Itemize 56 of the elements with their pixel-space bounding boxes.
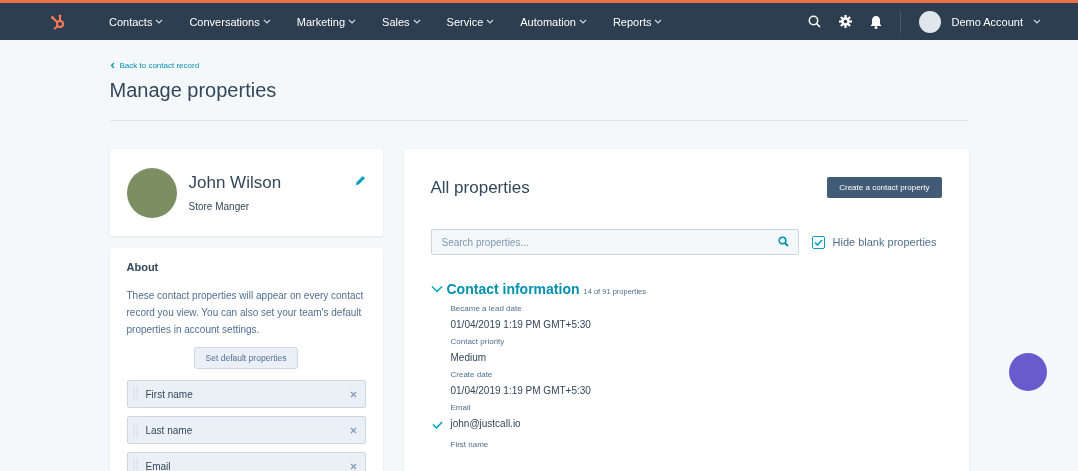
search-icon[interactable] — [808, 15, 822, 28]
about-title: About — [126, 261, 160, 273]
property-label: First name — [450, 440, 489, 449]
sprocket-logo-icon[interactable] — [50, 13, 66, 30]
property-chip[interactable]: Email — [126, 452, 366, 471]
chip-label: Email — [145, 460, 171, 471]
property-chip[interactable]: First name — [126, 380, 366, 408]
chat-launcher-icon[interactable] — [1008, 353, 1047, 391]
create-property-button[interactable]: Create a contact property — [827, 177, 942, 198]
avatar-icon — [919, 10, 942, 33]
chevron-down-icon — [412, 19, 421, 24]
settings-icon[interactable] — [839, 15, 853, 28]
section-title[interactable]: Contact information — [446, 281, 580, 297]
property-label: Create date — [450, 370, 494, 379]
section-toggle[interactable] — [430, 285, 443, 293]
about-description: These contact properties will appear on every contact record you view. You can also set your team's default properties in account settings. — [126, 289, 365, 337]
page-title: Manage properties — [109, 79, 278, 102]
chevron-down-icon — [1033, 19, 1041, 24]
chevron-down-icon — [348, 19, 357, 24]
chevron-left-icon — [109, 62, 115, 69]
nav-menu-item[interactable]: Sales — [369, 15, 434, 28]
chevron-down-icon — [654, 19, 663, 24]
nav-menu-item[interactable]: Conversations — [176, 15, 284, 28]
nav-menu-item[interactable]: Reports — [599, 15, 676, 28]
chevron-down-icon — [578, 19, 587, 24]
notification-bell-icon[interactable] — [870, 14, 883, 29]
property-value: john@justcall.io — [450, 418, 521, 429]
checkbox-label: Hide blank properties — [832, 236, 937, 248]
set-default-properties-button[interactable]: Set default properties — [193, 347, 299, 369]
panel-title: All properties — [430, 177, 530, 198]
job-title: Store Manger — [188, 201, 251, 212]
search-field[interactable]: Search properties... — [430, 229, 799, 255]
property-label: Email — [450, 403, 472, 412]
property-value: 01/04/2019 1:19 PM GMT+5:30 — [450, 385, 591, 396]
property-chip[interactable]: Last name — [126, 416, 366, 444]
property-label: Became a lead date — [450, 304, 523, 313]
back-link[interactable]: Back to contact record — [109, 61, 200, 70]
chip-label: Last name — [145, 424, 193, 436]
nav-menu-item[interactable]: Service — [433, 15, 508, 28]
property-value: Medium — [450, 352, 488, 363]
chip-label: First name — [145, 388, 193, 400]
chevron-down-icon — [486, 19, 495, 24]
edit-pencil-icon[interactable] — [354, 175, 366, 186]
close-icon[interactable] — [349, 426, 357, 434]
contact-name: John Wilson — [188, 173, 282, 193]
account-menu[interactable]: Demo Account — [919, 10, 1041, 33]
close-icon[interactable] — [349, 390, 357, 398]
property-label: Contact priority — [450, 337, 505, 346]
nav-menu-item[interactable]: Marketing — [283, 15, 370, 28]
chevron-down-icon — [155, 19, 164, 24]
nav-menu-item[interactable]: Automation — [507, 15, 600, 28]
checkbox[interactable] — [811, 235, 825, 249]
close-icon[interactable] — [349, 462, 357, 470]
chevron-down-icon — [262, 19, 271, 24]
property-value: 01/04/2019 1:19 PM GMT+5:30 — [450, 319, 591, 330]
nav-menu-item[interactable]: Contacts — [96, 15, 177, 28]
